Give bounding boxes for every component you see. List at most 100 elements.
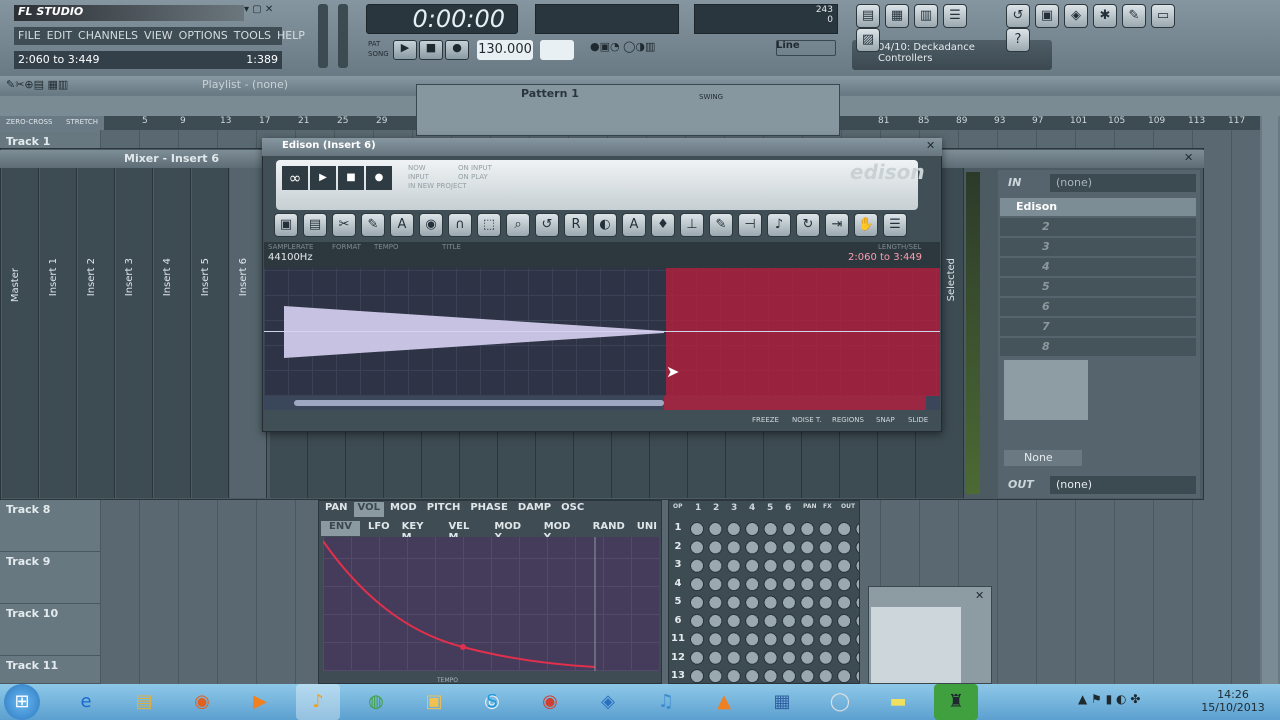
list-icon[interactable]: ☰ — [883, 213, 907, 237]
eq-preset[interactable]: None — [1004, 450, 1082, 466]
track-11[interactable]: Track 11 — [0, 656, 100, 684]
draw-icon[interactable]: ✎ — [709, 213, 733, 237]
scroll-thumb[interactable] — [294, 400, 664, 406]
close-icon[interactable]: ✕ — [975, 589, 984, 602]
app-icon[interactable]: ◈ — [586, 684, 630, 720]
slide-toggle[interactable]: SLIDE — [908, 416, 928, 424]
render-icon[interactable]: ◈ — [1064, 4, 1088, 28]
subtab-rand[interactable]: RAND — [589, 521, 629, 536]
mixer-strip-insert2[interactable]: Insert 2 — [78, 168, 115, 498]
app-icon[interactable]: ◯ — [818, 684, 862, 720]
tab-vol[interactable]: VOL — [353, 502, 384, 517]
record-button[interactable]: ● — [366, 166, 392, 190]
send-icon[interactable]: ⇥ — [825, 213, 849, 237]
tab-osc[interactable]: OSC — [557, 502, 588, 517]
envelope-graph[interactable] — [323, 537, 659, 671]
subtab-env[interactable]: ENV — [321, 521, 360, 536]
app-icon[interactable]: ◍ — [354, 684, 398, 720]
fx-slot-5[interactable]: 5 — [1000, 278, 1196, 296]
fx-slot-3[interactable]: 3 — [1000, 238, 1196, 256]
subtab-uni[interactable]: UNI — [633, 521, 661, 536]
track-10[interactable]: Track 10 — [0, 604, 100, 656]
explorer-icon[interactable]: ▤ — [122, 684, 166, 720]
matrix-knob-grid[interactable] — [689, 521, 859, 683]
menu-help[interactable]: HELP — [277, 29, 305, 43]
mixer-strip-master[interactable]: Master — [2, 168, 39, 498]
fx-slot-1[interactable]: Edison — [1000, 198, 1196, 216]
normalize-icon[interactable]: ◐ — [593, 213, 617, 237]
save-icon[interactable]: ▣ — [1035, 4, 1059, 28]
eq-graph[interactable] — [1004, 360, 1088, 420]
master-pitch-slider[interactable] — [338, 4, 348, 68]
playlist-icon[interactable]: ▤ — [856, 4, 880, 28]
system-tray[interactable]: ▲ ⚑ ▮ ◐ ✤ — [1078, 692, 1188, 712]
fl-studio-icon[interactable]: ♪ — [296, 684, 340, 720]
tab-phase[interactable]: PHASE — [466, 502, 511, 517]
stop-button[interactable]: ■ — [419, 40, 443, 60]
snap-toggle[interactable]: SNAP — [876, 416, 895, 424]
mixer-icon[interactable]: ▨ — [856, 28, 880, 52]
settings-icon[interactable]: ✱ — [1093, 4, 1117, 28]
itunes-icon[interactable]: ♫ — [644, 684, 688, 720]
play-button[interactable]: ▶ — [310, 166, 336, 190]
vlc-icon[interactable]: ▲ — [702, 684, 746, 720]
firefox-icon[interactable]: ◉ — [180, 684, 224, 720]
mixer-strip-insert5[interactable]: Insert 5 — [192, 168, 229, 498]
amp-icon[interactable]: A — [622, 213, 646, 237]
subtab-key-m[interactable]: KEY M — [398, 521, 441, 543]
record-options[interactable]: ●▣◔ ◯◑▥ — [590, 40, 700, 68]
headphones-icon[interactable]: ∩ — [448, 213, 472, 237]
cpu-icon[interactable]: ▭ — [1151, 4, 1175, 28]
app-icon[interactable]: ▦ — [760, 684, 804, 720]
drag-icon[interactable]: ✋ — [854, 213, 878, 237]
selection-region[interactable] — [666, 268, 940, 396]
abc-icon[interactable]: A — [390, 213, 414, 237]
tab-pan[interactable]: PAN — [321, 502, 352, 517]
track-8[interactable]: Track 8 — [0, 500, 100, 552]
browser-icon[interactable]: ☰ — [943, 4, 967, 28]
pattern-selector[interactable] — [540, 40, 574, 60]
zero-cross-toggle[interactable]: ZERO-CROSS — [6, 118, 52, 126]
stretch-toggle[interactable]: STRETCH — [66, 118, 98, 126]
app-icon[interactable]: ♜ — [934, 684, 978, 720]
clipboard-icon[interactable]: ▤ — [303, 213, 327, 237]
close-icon[interactable]: ✕ — [926, 139, 935, 152]
loop-icon[interactable]: ↻ — [796, 213, 820, 237]
track-9[interactable]: Track 9 — [0, 552, 100, 604]
output-selector[interactable]: (none) — [1050, 476, 1196, 494]
mixer-strip-insert3[interactable]: Insert 3 — [116, 168, 153, 498]
run-icon[interactable]: R — [564, 213, 588, 237]
folder-icon[interactable]: ▣ — [412, 684, 456, 720]
loop-button[interactable]: ∞ — [282, 166, 308, 190]
start-button[interactable]: ⊞ — [4, 684, 40, 720]
scissors-icon[interactable]: ✂ — [332, 213, 356, 237]
marker-icon[interactable]: ⊣ — [738, 213, 762, 237]
pitch-icon[interactable]: ♪ — [767, 213, 791, 237]
mixer-strip-insert1[interactable]: Insert 1 — [40, 168, 77, 498]
save-icon[interactable]: ▣ — [274, 213, 298, 237]
record-trigger[interactable]: ON INPUT ON PLAY — [458, 164, 492, 182]
clock[interactable]: 14:26 15/10/2013 — [1196, 688, 1270, 714]
skype-icon[interactable]: S — [470, 684, 514, 720]
freeze-toggle[interactable]: FREEZE — [752, 416, 779, 424]
menu-file[interactable]: FILE — [18, 29, 41, 43]
fx-slot-7[interactable]: 7 — [1000, 318, 1196, 336]
pattern-selector[interactable]: Pattern 1 — [521, 87, 601, 103]
fx-slot-8[interactable]: 8 — [1000, 338, 1196, 356]
select-icon[interactable]: ⬚ — [477, 213, 501, 237]
tools-icon[interactable]: ✎ — [361, 213, 385, 237]
tab-damp[interactable]: DAMP — [514, 502, 555, 517]
record-button[interactable]: ● — [445, 40, 469, 60]
media-player-icon[interactable]: ▶ — [238, 684, 282, 720]
subtab-vel-m[interactable]: VEL M — [444, 521, 486, 543]
waveform-view[interactable]: ➤ — [264, 268, 940, 396]
close-icon[interactable]: ✕ — [1184, 151, 1193, 164]
stepseq-icon[interactable]: ▦ — [885, 4, 909, 28]
listen-icon[interactable]: ◉ — [419, 213, 443, 237]
drop-icon[interactable]: ♦ — [651, 213, 675, 237]
subtab-mod-y[interactable]: MOD Y — [540, 521, 585, 543]
pianoroll-icon[interactable]: ▥ — [914, 4, 938, 28]
tempo-display[interactable]: 130.000 — [477, 40, 533, 60]
undo-icon[interactable]: ↺ — [1006, 4, 1030, 28]
stop-button[interactable]: ■ — [338, 166, 364, 190]
